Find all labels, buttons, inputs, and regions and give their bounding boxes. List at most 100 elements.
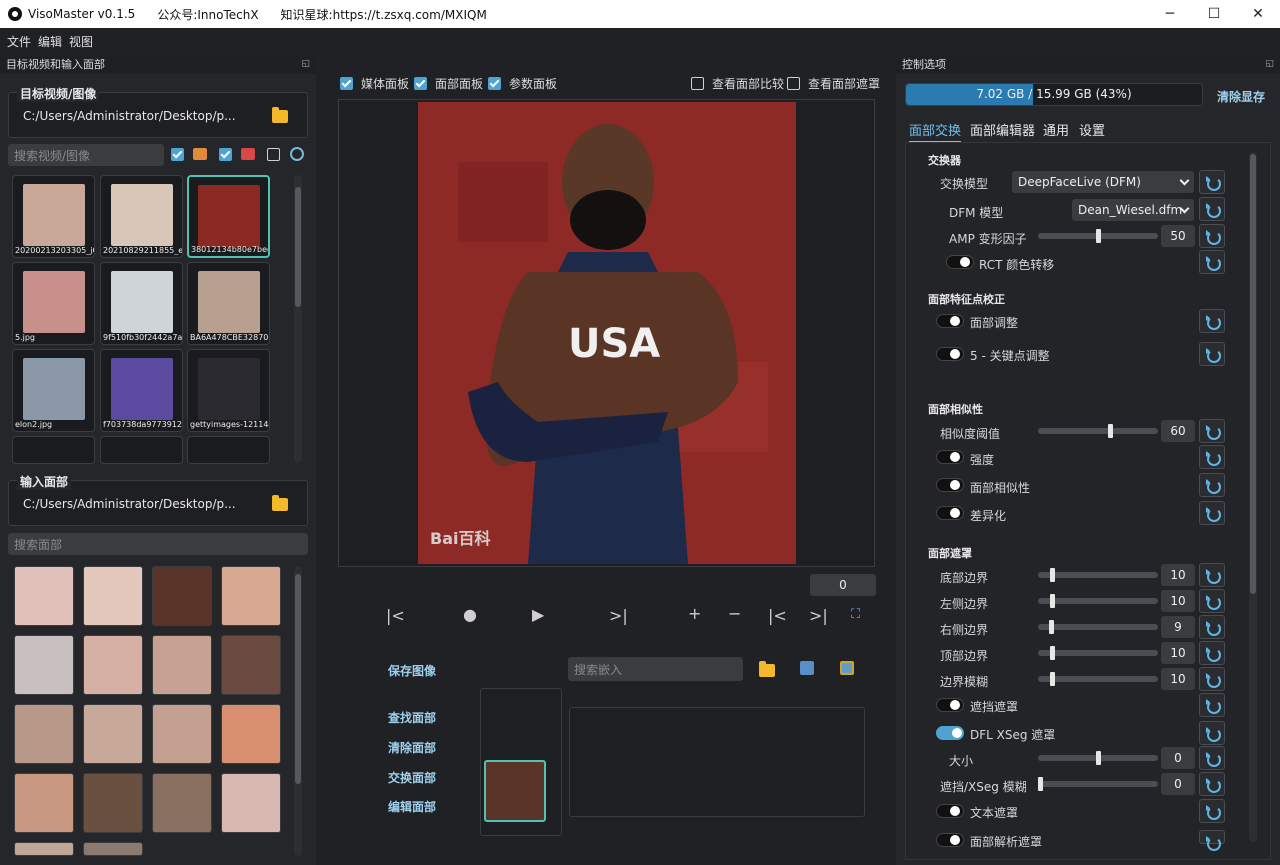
close-icon[interactable]: ✕ xyxy=(1236,0,1280,28)
face-mask-checkbox[interactable] xyxy=(787,77,800,90)
add-marker-icon[interactable]: + xyxy=(688,604,701,623)
tab-general[interactable]: 通用 xyxy=(1043,120,1069,139)
find-face-button[interactable]: 查找面部 xyxy=(388,709,436,726)
tab-face-editor[interactable]: 面部编辑器 xyxy=(970,120,1035,139)
input-face-item[interactable] xyxy=(14,842,74,856)
record-icon[interactable]: ● xyxy=(463,605,477,624)
media-thumb[interactable]: gettyimages-1211442 xyxy=(187,349,270,432)
media-thumb[interactable]: BA6A478CBE3287029 xyxy=(187,262,270,345)
maximize-icon[interactable]: ☐ xyxy=(1192,0,1236,28)
input-face-item[interactable] xyxy=(152,773,212,833)
search-embed-input[interactable]: 搜索嵌入 xyxy=(568,657,743,681)
frame-number-input[interactable]: 0 xyxy=(810,574,876,596)
target-face-item[interactable] xyxy=(484,760,546,822)
filter-image-checkbox[interactable] xyxy=(171,148,184,161)
top-border-value[interactable]: 10 xyxy=(1161,642,1195,664)
remove-marker-icon[interactable]: − xyxy=(728,604,741,623)
bottom-border-slider[interactable] xyxy=(1038,568,1158,582)
face-compare-toggle[interactable]: 查看面部比较 xyxy=(691,75,784,92)
reset-face-adjust-icon[interactable] xyxy=(1199,309,1225,333)
filter-video-checkbox[interactable] xyxy=(219,148,232,161)
blur-border-value[interactable]: 10 xyxy=(1161,668,1195,690)
input-face-item[interactable] xyxy=(83,773,143,833)
reset-occlusion-icon[interactable] xyxy=(1199,693,1225,717)
reset-parse-mask-icon[interactable] xyxy=(1199,830,1225,851)
media-thumb[interactable]: elon2.jpg xyxy=(12,349,95,432)
media-panel-toggle[interactable]: 媒体面板 xyxy=(340,75,409,92)
media-thumb[interactable] xyxy=(100,436,183,464)
media-scroll-thumb[interactable] xyxy=(295,187,301,307)
swap-model-select[interactable]: DeepFaceLive (DFM) xyxy=(1012,171,1194,193)
float-icon[interactable]: ◱ xyxy=(1265,59,1274,69)
face-adjust-toggle[interactable] xyxy=(936,314,964,328)
face-panel-checkbox[interactable] xyxy=(414,77,427,90)
video-viewer[interactable]: USA Bai百科 xyxy=(338,99,875,567)
save-embed-icon[interactable] xyxy=(800,661,814,675)
settings-scroll-thumb[interactable] xyxy=(1250,154,1256,594)
reset-xseg-icon[interactable] xyxy=(1199,721,1225,745)
reset-kp-adjust-icon[interactable] xyxy=(1199,342,1225,366)
input-face-item[interactable] xyxy=(83,566,143,626)
input-face-item[interactable] xyxy=(14,773,74,833)
rct-toggle[interactable] xyxy=(946,255,974,269)
size-slider[interactable] xyxy=(1038,751,1158,765)
reset-left-border-icon[interactable] xyxy=(1199,589,1225,613)
menu-view[interactable]: 视图 xyxy=(69,33,93,50)
left-border-slider[interactable] xyxy=(1038,594,1158,608)
settings-scrollbar[interactable] xyxy=(1249,152,1257,842)
left-border-value[interactable]: 10 xyxy=(1161,590,1195,612)
right-border-slider[interactable] xyxy=(1038,620,1158,634)
reset-bottom-border-icon[interactable] xyxy=(1199,563,1225,587)
input-face-item[interactable] xyxy=(83,704,143,764)
media-scrollbar[interactable] xyxy=(294,175,302,463)
media-thumb[interactable]: 5.jpg xyxy=(12,262,95,345)
reset-xseg-blur-icon[interactable] xyxy=(1199,772,1225,796)
reset-blur-border-icon[interactable] xyxy=(1199,667,1225,691)
bottom-border-value[interactable]: 10 xyxy=(1161,564,1195,586)
float-icon[interactable]: ◱ xyxy=(301,59,310,69)
occlusion-toggle[interactable] xyxy=(936,698,964,712)
xseg-blur-knob[interactable] xyxy=(1038,777,1043,791)
param-panel-checkbox[interactable] xyxy=(488,77,501,90)
last-frame-icon[interactable]: >| xyxy=(809,606,828,625)
text-mask-toggle[interactable] xyxy=(936,804,964,818)
amp-slider[interactable] xyxy=(1038,229,1158,243)
media-thumb[interactable]: 20210829211855_e0b xyxy=(100,175,183,258)
face-compare-checkbox[interactable] xyxy=(691,77,704,90)
media-thumb[interactable]: 20200213203305_jGu xyxy=(12,175,95,258)
menu-edit[interactable]: 编辑 xyxy=(38,33,62,50)
reset-face-sim-icon[interactable] xyxy=(1199,473,1225,497)
param-panel-toggle[interactable]: 参数面板 xyxy=(488,75,557,92)
first-frame-icon[interactable]: |< xyxy=(768,606,787,625)
input-face-item[interactable] xyxy=(83,635,143,695)
reset-amp-icon[interactable] xyxy=(1199,224,1225,248)
blur-border-knob[interactable] xyxy=(1050,672,1055,686)
input-face-item[interactable] xyxy=(152,566,212,626)
reset-top-border-icon[interactable] xyxy=(1199,641,1225,665)
media-thumb[interactable] xyxy=(187,436,270,464)
left-border-knob[interactable] xyxy=(1050,594,1055,608)
fullscreen-icon[interactable]: ⛶ xyxy=(851,607,860,622)
amp-slider-knob[interactable] xyxy=(1096,229,1101,243)
prev-marker-icon[interactable]: |< xyxy=(386,606,405,625)
input-face-item[interactable] xyxy=(14,635,74,695)
reset-swap-model-icon[interactable] xyxy=(1199,170,1225,194)
strength-toggle[interactable] xyxy=(936,450,964,464)
folder-icon[interactable] xyxy=(272,107,288,123)
save-image-button[interactable]: 保存图像 xyxy=(388,662,436,679)
tab-settings[interactable]: 设置 xyxy=(1079,120,1105,139)
diff-toggle[interactable] xyxy=(936,506,964,520)
reset-size-icon[interactable] xyxy=(1199,746,1225,770)
clear-memory-button[interactable]: 清除显存 xyxy=(1217,88,1265,105)
menu-file[interactable]: 文件 xyxy=(7,33,31,50)
open-embed-folder-icon[interactable] xyxy=(759,661,775,677)
blur-border-slider[interactable] xyxy=(1038,672,1158,686)
reset-dfm-model-icon[interactable] xyxy=(1199,197,1225,221)
sim-thresh-knob[interactable] xyxy=(1108,424,1113,438)
dfm-model-select[interactable]: Dean_Wiesel.dfm xyxy=(1072,199,1194,221)
sim-thresh-slider[interactable] xyxy=(1038,424,1158,438)
kp-adjust-toggle[interactable] xyxy=(936,347,964,361)
reset-rct-icon[interactable] xyxy=(1199,250,1225,274)
input-face-item[interactable] xyxy=(152,635,212,695)
bottom-border-knob[interactable] xyxy=(1050,568,1055,582)
